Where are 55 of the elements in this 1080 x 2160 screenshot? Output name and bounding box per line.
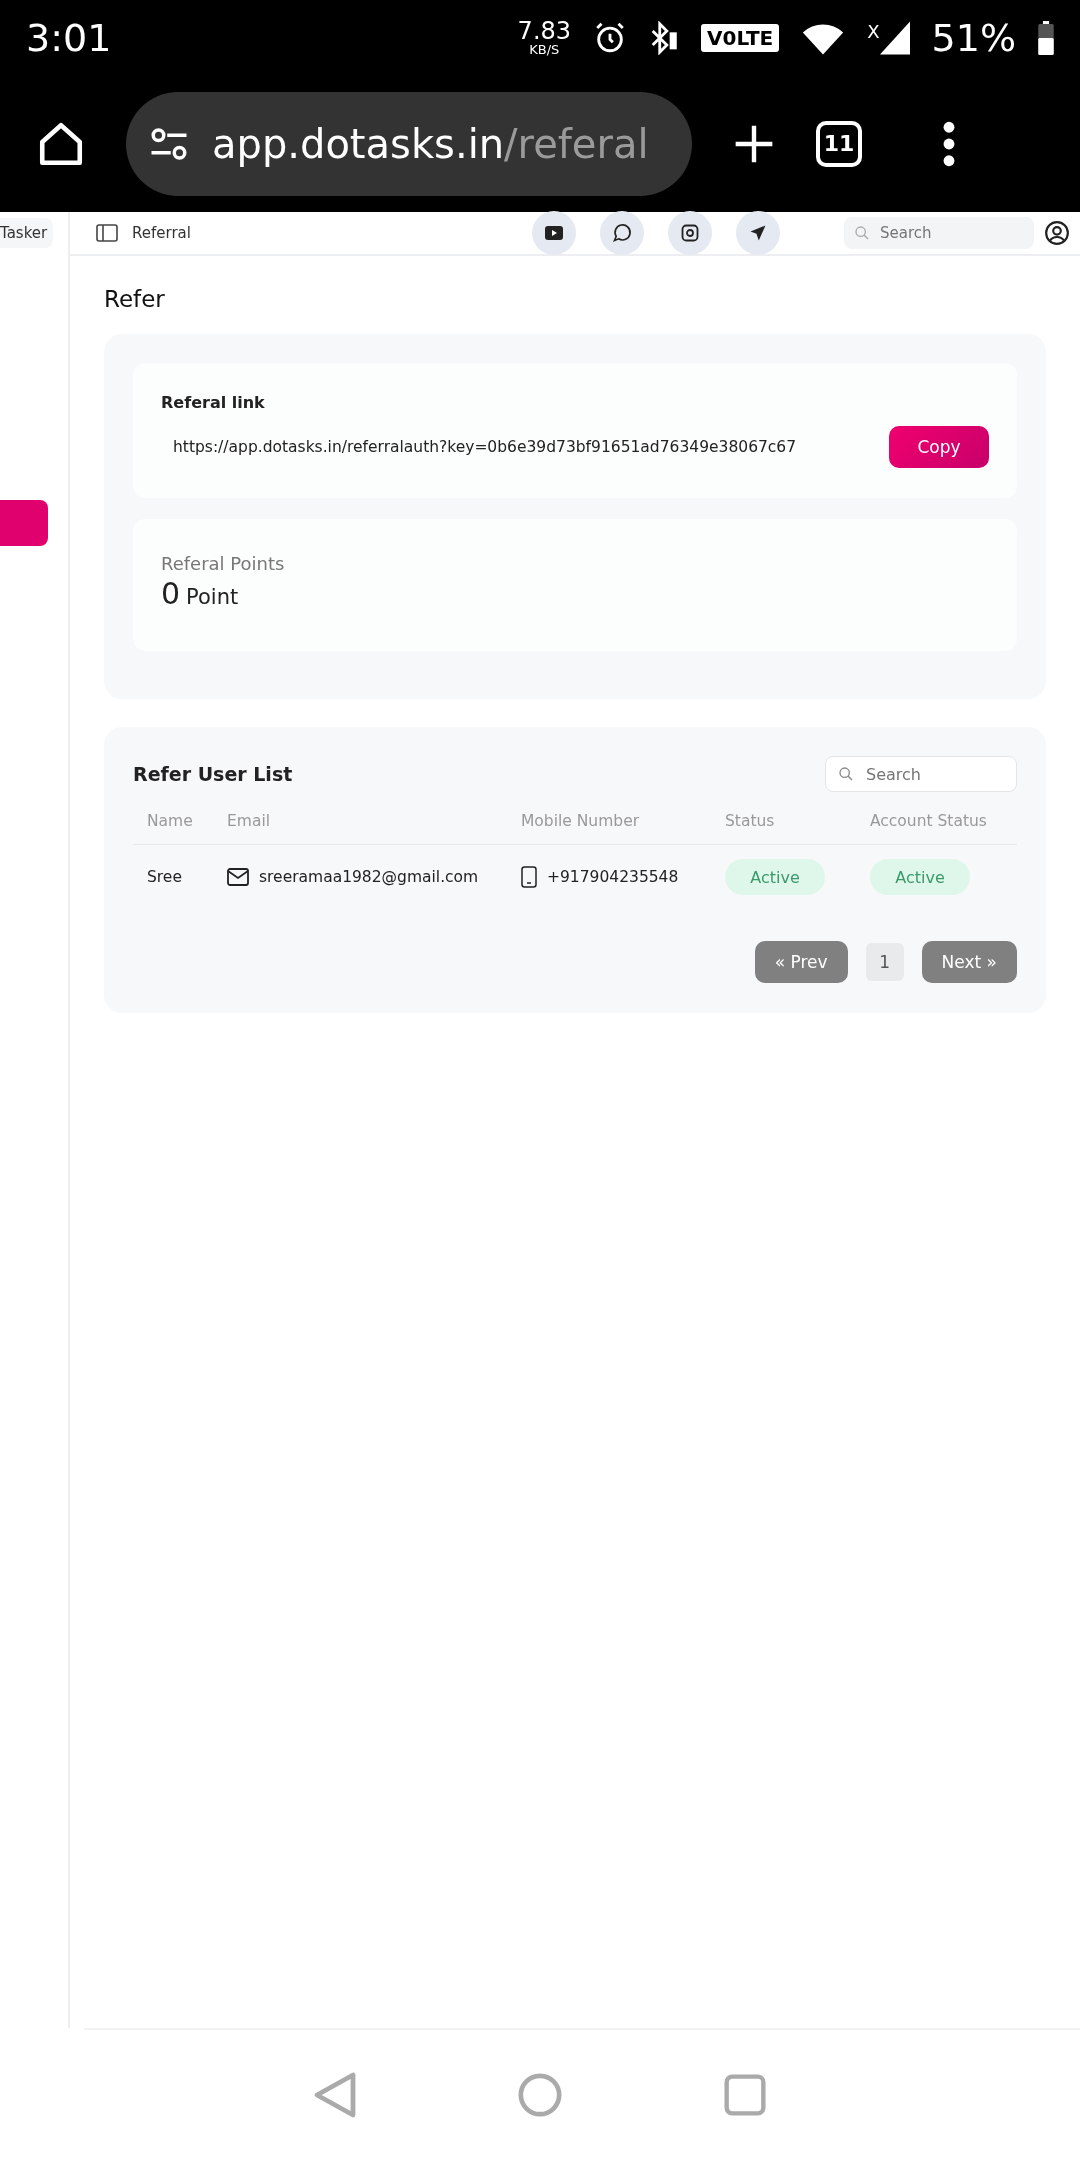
breadcrumb: Referral (132, 224, 192, 242)
header-search-field[interactable]: Search (844, 217, 1034, 249)
column-header: Name (133, 798, 213, 845)
signal-icon (879, 20, 910, 55)
page-title: Refer (104, 286, 166, 312)
send-button[interactable] (736, 211, 780, 255)
speed-unit: KB/S (529, 43, 560, 56)
points-unit: Point (186, 585, 239, 609)
no-data-mark: X (867, 20, 880, 42)
referral-link-value: https://app.dotasks.in/referralauth?key=0b6e39d73bf91651ad76349e38067c67 (172, 438, 797, 456)
sidebar-toggle-icon (96, 224, 118, 242)
search-icon (838, 766, 854, 782)
video-icon (545, 226, 563, 240)
user-mobile: +917904235548 (547, 868, 679, 886)
phone-icon (521, 866, 537, 888)
chat-bubble-icon (612, 223, 632, 243)
user-list-title: Refer User List (133, 763, 293, 785)
camera-icon (681, 224, 699, 242)
url-host: app.dotasks.in (212, 120, 505, 167)
video-button[interactable] (532, 211, 576, 255)
search-input[interactable]: Search (864, 763, 988, 785)
brand-name: Tasker (0, 218, 54, 248)
page-number[interactable]: 1 (865, 943, 904, 981)
account-status-badge: Active (870, 859, 970, 895)
column-header: Account Status (856, 798, 1017, 845)
user-search-field[interactable]: Search (825, 756, 1017, 792)
network-speed: 7.83 (517, 19, 572, 43)
status-badge: Active (725, 859, 825, 895)
paper-plane-icon (749, 224, 767, 242)
copy-button[interactable]: Copy (889, 426, 989, 468)
battery-icon (1038, 20, 1054, 55)
next-button[interactable]: Next » (921, 941, 1017, 983)
status-time: 3:01 (26, 15, 113, 60)
menu-button[interactable] (942, 120, 956, 167)
bluetooth-icon (649, 20, 680, 55)
tab-count-button[interactable]: 11 (816, 120, 862, 167)
column-header: Status (711, 798, 856, 845)
column-header: Email (213, 798, 507, 845)
user-name: Sree (147, 868, 182, 886)
user-email: sreeramaa1982@gmail.com (259, 868, 479, 886)
battery-level: 51% (931, 15, 1016, 60)
user-avatar-icon (1044, 220, 1070, 246)
url-path: /referal (504, 120, 649, 167)
address-bar[interactable]: app.dotasks.in/referal (126, 91, 692, 196)
prev-button[interactable]: « Prev (754, 941, 848, 983)
points-value: 0 (161, 576, 181, 611)
chat-button[interactable] (600, 211, 644, 255)
camera-button[interactable] (668, 211, 712, 255)
search-icon (854, 225, 870, 241)
column-header: Mobile Number (507, 798, 711, 845)
search-input[interactable]: Search (878, 223, 1002, 243)
volte-badge: V0LTE (701, 23, 780, 52)
referral-link-label: Referal link (161, 393, 266, 412)
referral-points-label: Referal Points (161, 553, 286, 574)
mail-icon (227, 868, 249, 886)
